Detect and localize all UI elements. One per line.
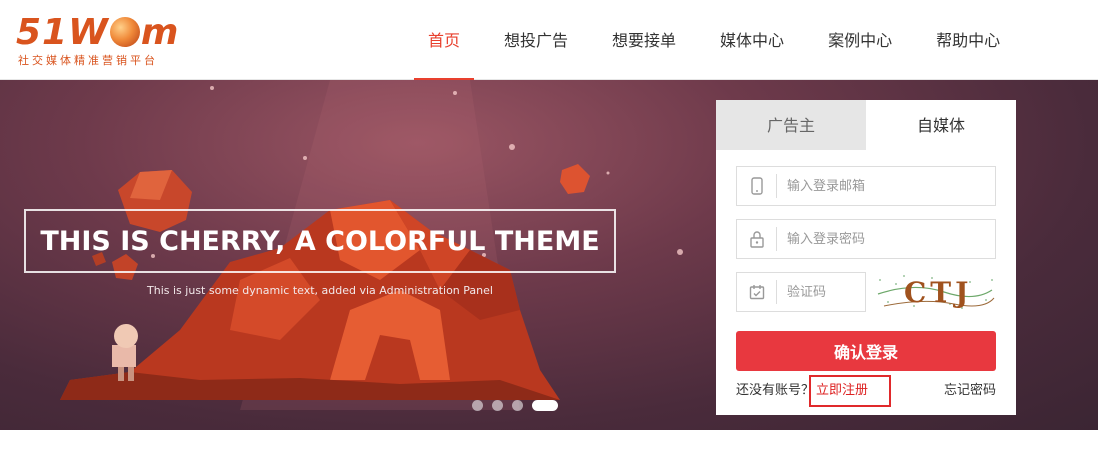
captcha-input[interactable]: [777, 273, 857, 311]
carousel-dot[interactable]: [492, 400, 503, 411]
site-logo[interactable]: 51W m 社交媒体精准营销平台: [16, 12, 206, 68]
login-tabs: 广告主 自媒体: [716, 100, 1016, 150]
tab-self-media[interactable]: 自媒体: [866, 100, 1016, 150]
hero-title-box: THIS IS CHERRY, A COLORFUL THEME: [24, 209, 616, 273]
nav-take-orders[interactable]: 想要接单: [598, 0, 690, 80]
login-panel: 广告主 自媒体 CTJ 确认登录: [716, 100, 1016, 415]
svg-text:CTJ: CTJ: [904, 276, 972, 309]
hero-title: THIS IS CHERRY, A COLORFUL THEME: [40, 225, 600, 257]
login-footer: 还没有账号？ 立即注册 忘记密码: [736, 375, 996, 407]
email-input[interactable]: [777, 167, 977, 205]
captcha-image[interactable]: CTJ: [874, 272, 996, 312]
hero-subtitle: This is just some dynamic text, added vi…: [147, 284, 493, 297]
login-button[interactable]: 确认登录: [736, 331, 996, 371]
carousel-dot[interactable]: [512, 400, 523, 411]
no-account-text: 还没有账号？: [736, 383, 815, 398]
tab-advertiser[interactable]: 广告主: [716, 100, 866, 150]
logo-tagline: 社交媒体精准营销平台: [18, 54, 158, 67]
site-header: 51W m 社交媒体精准营销平台 首页 想投广告 想要接单 媒体中心 案例中心 帮…: [0, 0, 1098, 81]
logo-wordmark: 51W m: [16, 12, 180, 53]
email-field: [736, 166, 996, 206]
carousel-dot-active[interactable]: [532, 400, 558, 411]
globe-icon: [109, 17, 140, 47]
forgot-password-link[interactable]: 忘记密码: [944, 381, 996, 401]
password-input[interactable]: [777, 220, 977, 258]
nav-media-center[interactable]: 媒体中心: [706, 0, 798, 80]
carousel-dot[interactable]: [472, 400, 483, 411]
nav-help-center[interactable]: 帮助中心: [922, 0, 1014, 80]
carousel-indicators: [472, 400, 567, 411]
phone-icon: [737, 174, 777, 198]
calendar-icon: [737, 280, 777, 304]
main-nav: 首页 想投广告 想要接单 媒体中心 案例中心 帮助中心: [414, 0, 1030, 81]
register-link[interactable]: 立即注册: [809, 375, 891, 407]
captcha-field: [736, 272, 866, 312]
nav-advertise[interactable]: 想投广告: [490, 0, 582, 80]
nav-home[interactable]: 首页: [414, 0, 475, 81]
nav-case-center[interactable]: 案例中心: [814, 0, 906, 80]
password-field: [736, 219, 996, 259]
lock-icon: [737, 227, 777, 251]
